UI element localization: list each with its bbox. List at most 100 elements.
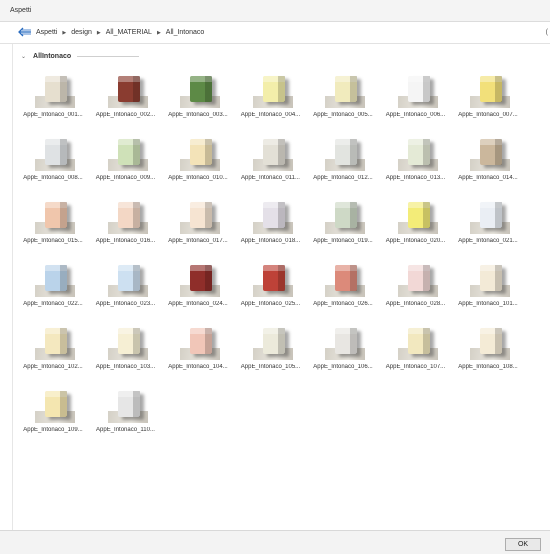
material-tile[interactable]: AppE_Intonaco_001... — [21, 70, 93, 130]
material-tile[interactable]: AppE_Intonaco_103... — [94, 322, 166, 382]
material-label: AppE_Intonaco_109... — [23, 427, 83, 433]
material-thumbnail — [470, 324, 510, 360]
cube-side-face — [60, 76, 67, 102]
material-cube-icon — [407, 76, 430, 102]
material-cube-icon — [335, 328, 357, 354]
material-cube-icon — [335, 139, 357, 165]
cube-side-face — [495, 328, 502, 354]
material-cube-icon — [480, 328, 502, 354]
material-cube-icon — [117, 202, 140, 228]
material-tile[interactable]: AppE_Intonaco_003... — [166, 70, 238, 130]
material-thumbnail — [35, 135, 75, 171]
material-tile[interactable]: AppE_Intonaco_109... — [21, 385, 93, 445]
material-label: AppE_Intonaco_021... — [458, 238, 518, 244]
material-tile[interactable]: AppE_Intonaco_015... — [21, 196, 93, 256]
material-label: AppE_Intonaco_107... — [385, 364, 446, 370]
material-cube-icon — [480, 265, 502, 291]
material-tile[interactable]: AppE_Intonaco_014... — [456, 133, 528, 193]
material-thumbnail — [180, 198, 220, 234]
material-tile[interactable]: AppE_Intonaco_007... — [456, 70, 528, 130]
material-tile[interactable]: AppE_Intonaco_105... — [239, 322, 311, 382]
material-label: AppE_Intonaco_002... — [95, 112, 156, 118]
material-cube-icon — [480, 139, 502, 165]
material-label: AppE_Intonaco_104... — [168, 364, 228, 370]
material-cube-icon — [45, 139, 67, 165]
material-cube-icon — [190, 328, 212, 354]
material-label: AppE_Intonaco_110... — [96, 427, 155, 433]
material-tile[interactable]: AppE_Intonaco_020... — [384, 196, 456, 256]
material-thumbnail — [325, 198, 365, 234]
material-thumbnail — [180, 324, 220, 360]
cube-side-face — [350, 328, 357, 354]
material-label: AppE_Intonaco_008... — [23, 175, 83, 181]
material-thumbnail — [107, 135, 148, 171]
material-tile[interactable]: AppE_Intonaco_028... — [384, 259, 456, 319]
breadcrumb-all-material[interactable]: All_MATERIAL — [106, 29, 152, 36]
group-header[interactable]: ⌄ AllIntonaco — [21, 53, 139, 60]
material-label: AppE_Intonaco_103... — [95, 364, 156, 370]
material-tile[interactable]: AppE_Intonaco_107... — [384, 322, 456, 382]
ok-button[interactable]: OK — [505, 538, 541, 551]
material-thumbnail — [180, 72, 220, 108]
material-tile[interactable]: AppE_Intonaco_016... — [94, 196, 166, 256]
material-tile[interactable]: AppE_Intonaco_002... — [94, 70, 166, 130]
material-tile[interactable]: AppE_Intonaco_010... — [166, 133, 238, 193]
material-cube-icon — [117, 76, 140, 102]
material-thumbnail — [107, 387, 148, 423]
material-cube-icon — [190, 76, 212, 102]
material-cube-icon — [117, 139, 140, 165]
material-tile[interactable]: AppE_Intonaco_101... — [456, 259, 528, 319]
material-tile[interactable]: AppE_Intonaco_108... — [456, 322, 528, 382]
material-thumbnail — [180, 261, 220, 297]
collapse-chevron-icon[interactable]: ⌄ — [21, 53, 26, 60]
material-thumbnail — [107, 261, 148, 297]
material-thumbnail — [470, 198, 510, 234]
material-cube-icon — [190, 202, 212, 228]
cube-side-face — [422, 76, 430, 102]
material-tile[interactable]: AppE_Intonaco_005... — [311, 70, 383, 130]
material-tile[interactable]: AppE_Intonaco_022... — [21, 259, 93, 319]
material-tile[interactable]: AppE_Intonaco_008... — [21, 133, 93, 193]
material-tile[interactable]: AppE_Intonaco_021... — [456, 196, 528, 256]
material-tile[interactable]: AppE_Intonaco_012... — [311, 133, 383, 193]
material-cube-icon — [45, 202, 67, 228]
material-label: AppE_Intonaco_011... — [241, 175, 300, 181]
material-tile[interactable]: AppE_Intonaco_023... — [94, 259, 166, 319]
back-arrow-icon[interactable] — [18, 27, 32, 37]
breadcrumb-design[interactable]: design — [71, 29, 92, 36]
material-thumbnail — [252, 72, 293, 108]
material-tile[interactable]: AppE_Intonaco_019... — [311, 196, 383, 256]
material-tile[interactable]: AppE_Intonaco_017... — [166, 196, 238, 256]
cube-side-face — [60, 202, 67, 228]
cube-side-face — [205, 328, 212, 354]
material-tile[interactable]: AppE_Intonaco_102... — [21, 322, 93, 382]
material-tile[interactable]: AppE_Intonaco_004... — [239, 70, 311, 130]
material-cube-icon — [117, 328, 140, 354]
material-tile[interactable]: AppE_Intonaco_110... — [94, 385, 166, 445]
material-label: AppE_Intonaco_012... — [313, 175, 373, 181]
material-tile[interactable]: AppE_Intonaco_025... — [239, 259, 311, 319]
material-cube-icon — [45, 391, 67, 417]
material-tile[interactable]: AppE_Intonaco_011... — [239, 133, 311, 193]
cube-side-face — [277, 265, 285, 291]
group-divider — [77, 56, 139, 57]
group-title: AllIntonaco — [33, 53, 72, 60]
material-tile[interactable]: AppE_Intonaco_104... — [166, 322, 238, 382]
material-label: AppE_Intonaco_007... — [458, 112, 518, 118]
breadcrumb-all-intonaco[interactable]: All_Intonaco — [166, 29, 205, 36]
material-tile[interactable]: AppE_Intonaco_009... — [94, 133, 166, 193]
cube-side-face — [495, 76, 502, 102]
material-tile[interactable]: AppE_Intonaco_018... — [239, 196, 311, 256]
material-tile[interactable]: AppE_Intonaco_106... — [311, 322, 383, 382]
material-tile[interactable]: AppE_Intonaco_013... — [384, 133, 456, 193]
material-tile[interactable]: AppE_Intonaco_024... — [166, 259, 238, 319]
material-cube-icon — [262, 76, 285, 102]
material-cube-icon — [407, 139, 430, 165]
material-thumbnail — [107, 198, 148, 234]
breadcrumb-aspetti[interactable]: Aspetti — [36, 29, 57, 36]
material-cube-icon — [117, 265, 140, 291]
material-thumbnail — [35, 324, 75, 360]
material-thumbnail — [107, 72, 148, 108]
material-tile[interactable]: AppE_Intonaco_026... — [311, 259, 383, 319]
material-tile[interactable]: AppE_Intonaco_006... — [384, 70, 456, 130]
